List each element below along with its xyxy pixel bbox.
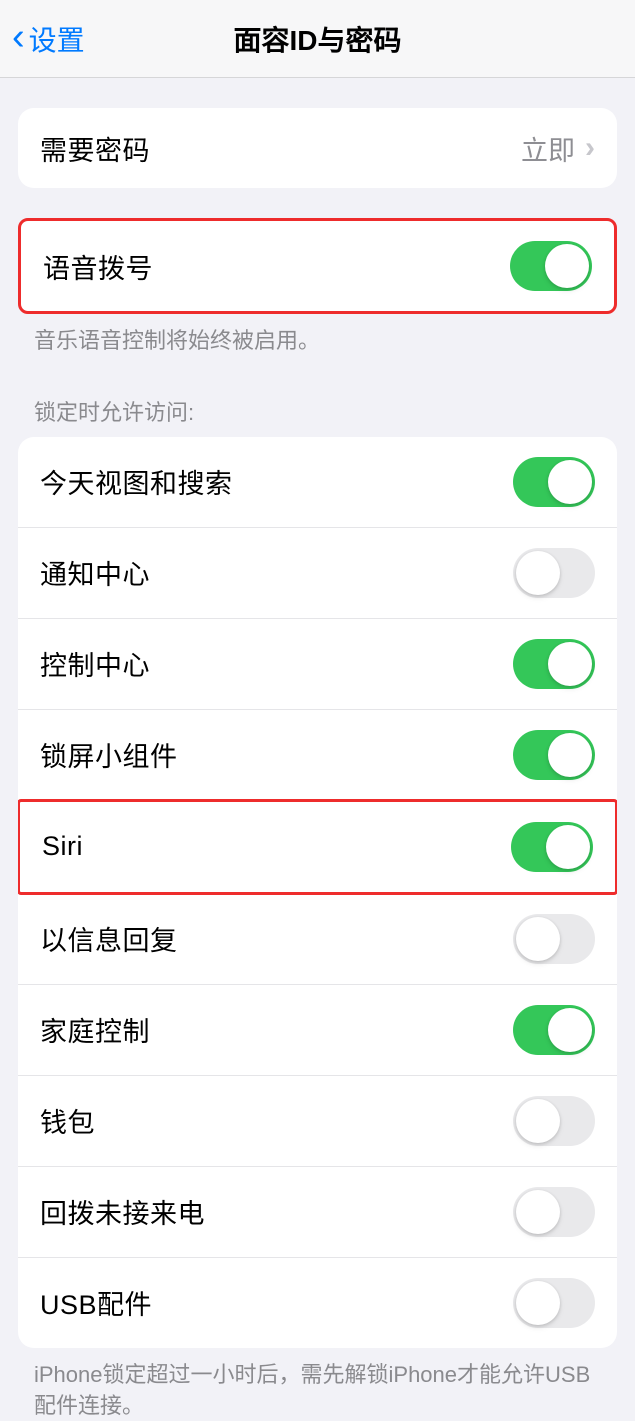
lock-access-row: Siri — [18, 799, 617, 895]
lock-access-header: 锁定时允许访问: — [0, 395, 635, 437]
navigation-bar: ‹ 设置 面容ID与密码 — [0, 0, 635, 78]
lock-access-toggle[interactable] — [513, 548, 595, 598]
back-button[interactable]: ‹ 设置 — [12, 19, 85, 59]
voice-dial-toggle[interactable] — [510, 241, 592, 291]
lock-access-toggle[interactable] — [513, 1187, 595, 1237]
row-label: 回拨未接来电 — [40, 1192, 205, 1231]
page-title: 面容ID与密码 — [233, 19, 401, 59]
lock-access-toggle[interactable] — [513, 639, 595, 689]
lock-access-row: 以信息回复 — [18, 894, 617, 984]
toggle-thumb — [545, 244, 589, 288]
lock-access-row: 控制中心 — [18, 618, 617, 709]
lock-access-footer: iPhone锁定超过一小时后，需先解锁iPhone才能允许USB配件连接。 — [0, 1348, 635, 1421]
toggle-thumb — [516, 551, 560, 595]
section-voice-dial: 语音拨号 — [18, 218, 617, 314]
lock-access-toggle[interactable] — [513, 914, 595, 964]
lock-access-toggle[interactable] — [513, 1096, 595, 1146]
lock-access-row: 钱包 — [18, 1075, 617, 1166]
lock-access-row: USB配件 — [18, 1257, 617, 1348]
row-label: 控制中心 — [40, 644, 150, 683]
voice-dial-row: 语音拨号 — [21, 221, 614, 311]
section-lock-access: 今天视图和搜索通知中心控制中心锁屏小组件 Siri 以信息回复家庭控制钱包回拨未接来… — [18, 437, 617, 1348]
row-label: 家庭控制 — [40, 1010, 150, 1049]
lock-access-row: 今天视图和搜索 — [18, 437, 617, 527]
lock-access-row: 家庭控制 — [18, 984, 617, 1075]
lock-access-toggle[interactable] — [513, 1005, 595, 1055]
require-passcode-row[interactable]: 需要密码 立即 › — [18, 108, 617, 188]
row-label: 需要密码 — [40, 129, 150, 168]
row-value: 立即 — [521, 129, 575, 168]
row-label: 今天视图和搜索 — [40, 462, 233, 501]
row-label: 通知中心 — [40, 553, 150, 592]
section-require-passcode: 需要密码 立即 › — [18, 108, 617, 188]
toggle-thumb — [516, 1190, 560, 1234]
toggle-thumb — [516, 1099, 560, 1143]
toggle-thumb — [548, 733, 592, 777]
lock-access-toggle[interactable] — [513, 457, 595, 507]
row-label: 钱包 — [40, 1101, 95, 1140]
chevron-right-icon: › — [585, 133, 595, 163]
voice-dial-footer: 音乐语音控制将始终被启用。 — [0, 314, 635, 357]
row-label: 语音拨号 — [43, 247, 153, 286]
toggle-thumb — [548, 1008, 592, 1052]
lock-access-row: 锁屏小组件 — [18, 709, 617, 800]
toggle-thumb — [548, 460, 592, 504]
row-value-wrap: 立即 › — [521, 129, 595, 168]
lock-access-toggle[interactable] — [511, 822, 593, 872]
toggle-thumb — [516, 1281, 560, 1325]
row-label: Siri — [42, 831, 83, 862]
row-label: USB配件 — [40, 1283, 152, 1322]
toggle-thumb — [546, 825, 590, 869]
toggle-thumb — [516, 917, 560, 961]
lock-access-toggle[interactable] — [513, 730, 595, 780]
row-label: 以信息回复 — [40, 919, 178, 958]
lock-access-row: 通知中心 — [18, 527, 617, 618]
toggle-thumb — [548, 642, 592, 686]
chevron-left-icon: ‹ — [12, 18, 25, 56]
row-label: 锁屏小组件 — [40, 735, 178, 774]
lock-access-toggle[interactable] — [513, 1278, 595, 1328]
lock-access-row: 回拨未接来电 — [18, 1166, 617, 1257]
back-label: 设置 — [29, 19, 85, 59]
